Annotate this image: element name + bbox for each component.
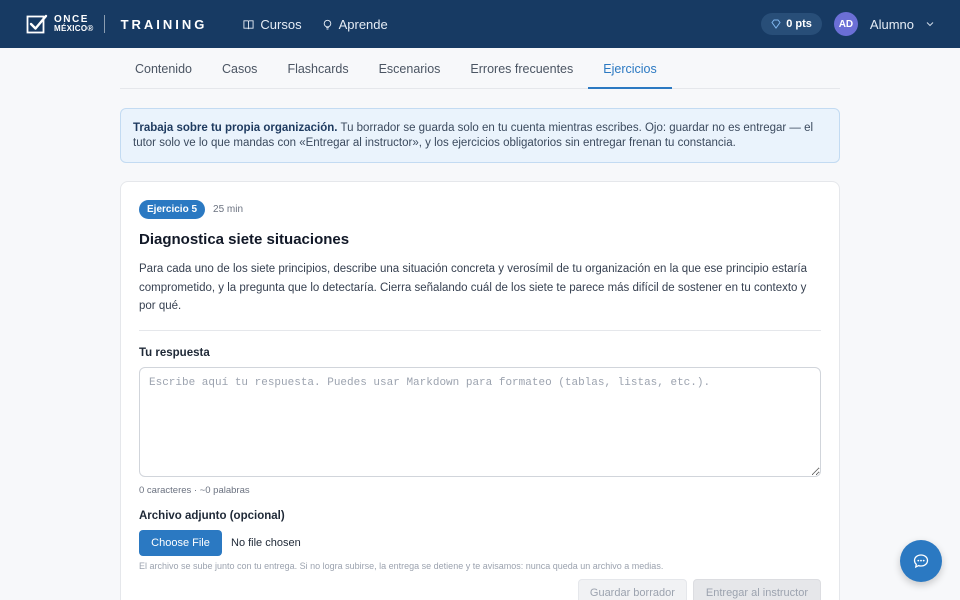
- tab-flashcards[interactable]: Flashcards: [272, 48, 363, 89]
- lightbulb-icon: [323, 19, 331, 30]
- nav-aprende-label: Aprende: [338, 16, 388, 32]
- user-name[interactable]: Alumno: [870, 17, 914, 32]
- brand-bottom: MÉXICO®: [54, 24, 94, 33]
- gem-icon: [771, 19, 781, 29]
- nav-cursos-label: Cursos: [260, 16, 302, 32]
- exercise-title: Diagnostica siete situaciones: [139, 231, 350, 248]
- exercise-description: Para cada uno de los siete principios, d…: [139, 263, 808, 312]
- chat-bubble-icon: [913, 554, 929, 569]
- nav-aprende[interactable]: Aprende: [322, 17, 388, 32]
- submit-button[interactable]: Entregar al instructor: [692, 579, 821, 600]
- brand-top: ONCE: [54, 14, 89, 25]
- top-navbar: ONCE MÉXICO® TRAINING Cursos Aprende 0 p…: [0, 0, 960, 48]
- nav-cursos[interactable]: Cursos: [243, 16, 302, 32]
- file-input: Choose File No file chosen: [139, 529, 821, 556]
- brand-logo[interactable]: ONCE MÉXICO® TRAINING: [26, 13, 207, 35]
- chevron-down-icon[interactable]: [926, 20, 934, 28]
- brand-product: TRAINING: [120, 16, 208, 32]
- exercise-card: Ejercicio 5 25 min Diagnostica siete sit…: [120, 181, 840, 600]
- choose-file-button[interactable]: Choose File: [139, 529, 222, 556]
- book-icon: [243, 19, 254, 29]
- exercise-badge: Ejercicio 5: [139, 200, 206, 219]
- main-nav: Cursos Aprende: [243, 16, 388, 32]
- response-textarea[interactable]: [139, 366, 821, 477]
- points-value: 0 pts: [786, 18, 812, 30]
- chat-button[interactable]: [900, 540, 942, 582]
- file-status: No file chosen: [231, 536, 301, 549]
- attach-label: Archivo adjunto (opcional): [139, 509, 285, 522]
- points-badge[interactable]: 0 pts: [761, 13, 822, 35]
- tab-contenido[interactable]: Contenido: [120, 48, 207, 89]
- avatar[interactable]: AD: [833, 12, 858, 36]
- response-label: Tu respuesta: [139, 346, 210, 359]
- card-divider: [139, 329, 821, 331]
- tab-casos[interactable]: Casos: [207, 48, 272, 89]
- exercise-meta: Ejercicio 5 25 min: [139, 200, 821, 219]
- tab-escenarios[interactable]: Escenarios: [364, 48, 456, 89]
- checkbox-logo-icon: [26, 14, 48, 34]
- info-banner: Trabaja sobre tu propia organización. Tu…: [120, 108, 840, 163]
- save-draft-button[interactable]: Guardar borrador: [577, 579, 687, 600]
- tab-errores-frecuentes[interactable]: Errores frecuentes: [455, 48, 588, 89]
- attach-hint: El archivo se sube junto con tu entrega.…: [139, 560, 664, 571]
- brand-wordmark: ONCE MÉXICO®: [54, 14, 94, 34]
- user-area: 0 pts AD Alumno: [761, 12, 934, 36]
- banner-bold: Trabaja sobre tu propia organización.: [133, 122, 338, 134]
- response-counter: 0 caracteres · ~0 palabras: [139, 484, 250, 496]
- tab-ejercicios[interactable]: Ejercicios: [588, 48, 672, 89]
- form-actions: Guardar borrador Entregar al instructor: [577, 579, 821, 600]
- brand-divider: [103, 15, 105, 33]
- exercise-duration: 25 min: [213, 204, 244, 215]
- section-tabs: Contenido Casos Flashcards Escenarios Er…: [120, 48, 840, 89]
